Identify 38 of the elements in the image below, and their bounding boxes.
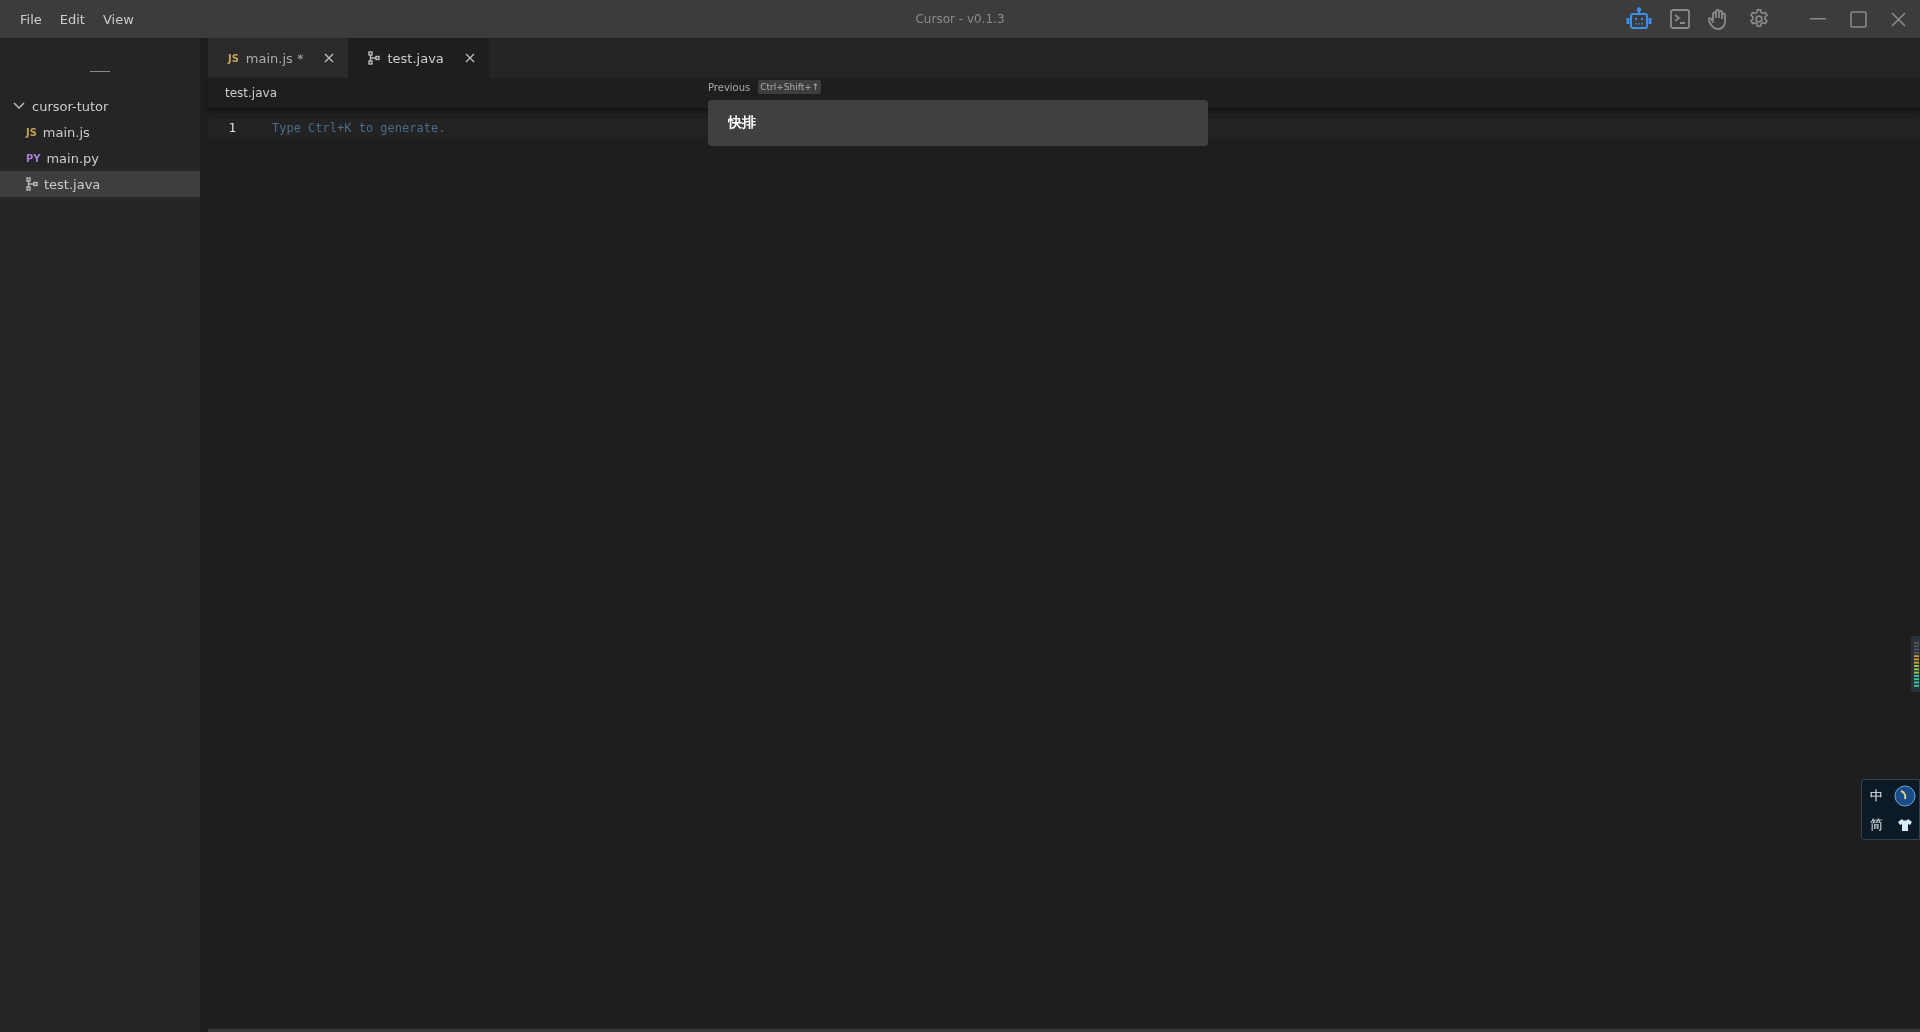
menu-item[interactable]: File	[12, 7, 50, 31]
editor-tab[interactable]: JS main.js *	[208, 38, 349, 78]
tree-row[interactable]: test.java	[0, 171, 200, 197]
line-number: 1	[227, 121, 237, 135]
code-line[interactable]: Type Ctrl+K to generate.	[252, 119, 602, 137]
menu-item[interactable]: Edit	[51, 7, 93, 31]
close-icon[interactable]	[464, 53, 475, 63]
tab-label: test.java	[387, 50, 444, 66]
tree-row[interactable]: PY main.py	[0, 145, 200, 171]
robot-icon[interactable]	[1626, 7, 1652, 31]
terminal-icon[interactable]	[1670, 9, 1690, 29]
branch-icon	[368, 51, 381, 65]
python-file-icon: PY	[26, 151, 41, 165]
ime-charset[interactable]: 简	[1869, 816, 1883, 835]
shortcut-key: Ctrl+Shift+↑	[758, 80, 822, 94]
file-name: test.java	[44, 176, 101, 192]
previous-label: Previous	[708, 81, 751, 93]
folder-name: cursor-tutor	[32, 98, 109, 114]
maximize-icon[interactable]	[1850, 10, 1867, 28]
prompt-field[interactable]: 快排	[708, 100, 1208, 146]
menu-item[interactable]: View	[94, 7, 142, 31]
js-file-icon: JS	[26, 125, 37, 139]
tree-row[interactable]: JS main.js	[0, 119, 200, 145]
editor-tab[interactable]: test.java	[348, 38, 489, 78]
shirt-icon[interactable]	[1897, 819, 1912, 832]
level-meter-drawing	[1911, 636, 1920, 692]
file-name: main.js	[42, 124, 90, 140]
file-name: main.py	[46, 150, 99, 166]
minimize-icon[interactable]	[1810, 18, 1826, 20]
window-title: Cursor - v0.1.3	[915, 12, 1005, 26]
ime-mode[interactable]: 中	[1869, 786, 1883, 805]
tab-label: main.js *	[245, 50, 304, 66]
ime-toolbar[interactable]: 中 简	[1861, 779, 1920, 840]
settings-icon[interactable]	[1748, 8, 1770, 30]
js-file-icon: JS	[228, 51, 239, 65]
close-icon[interactable]	[324, 53, 335, 63]
branch-icon	[26, 177, 38, 191]
folder-row[interactable]: cursor-tutor	[0, 93, 200, 119]
